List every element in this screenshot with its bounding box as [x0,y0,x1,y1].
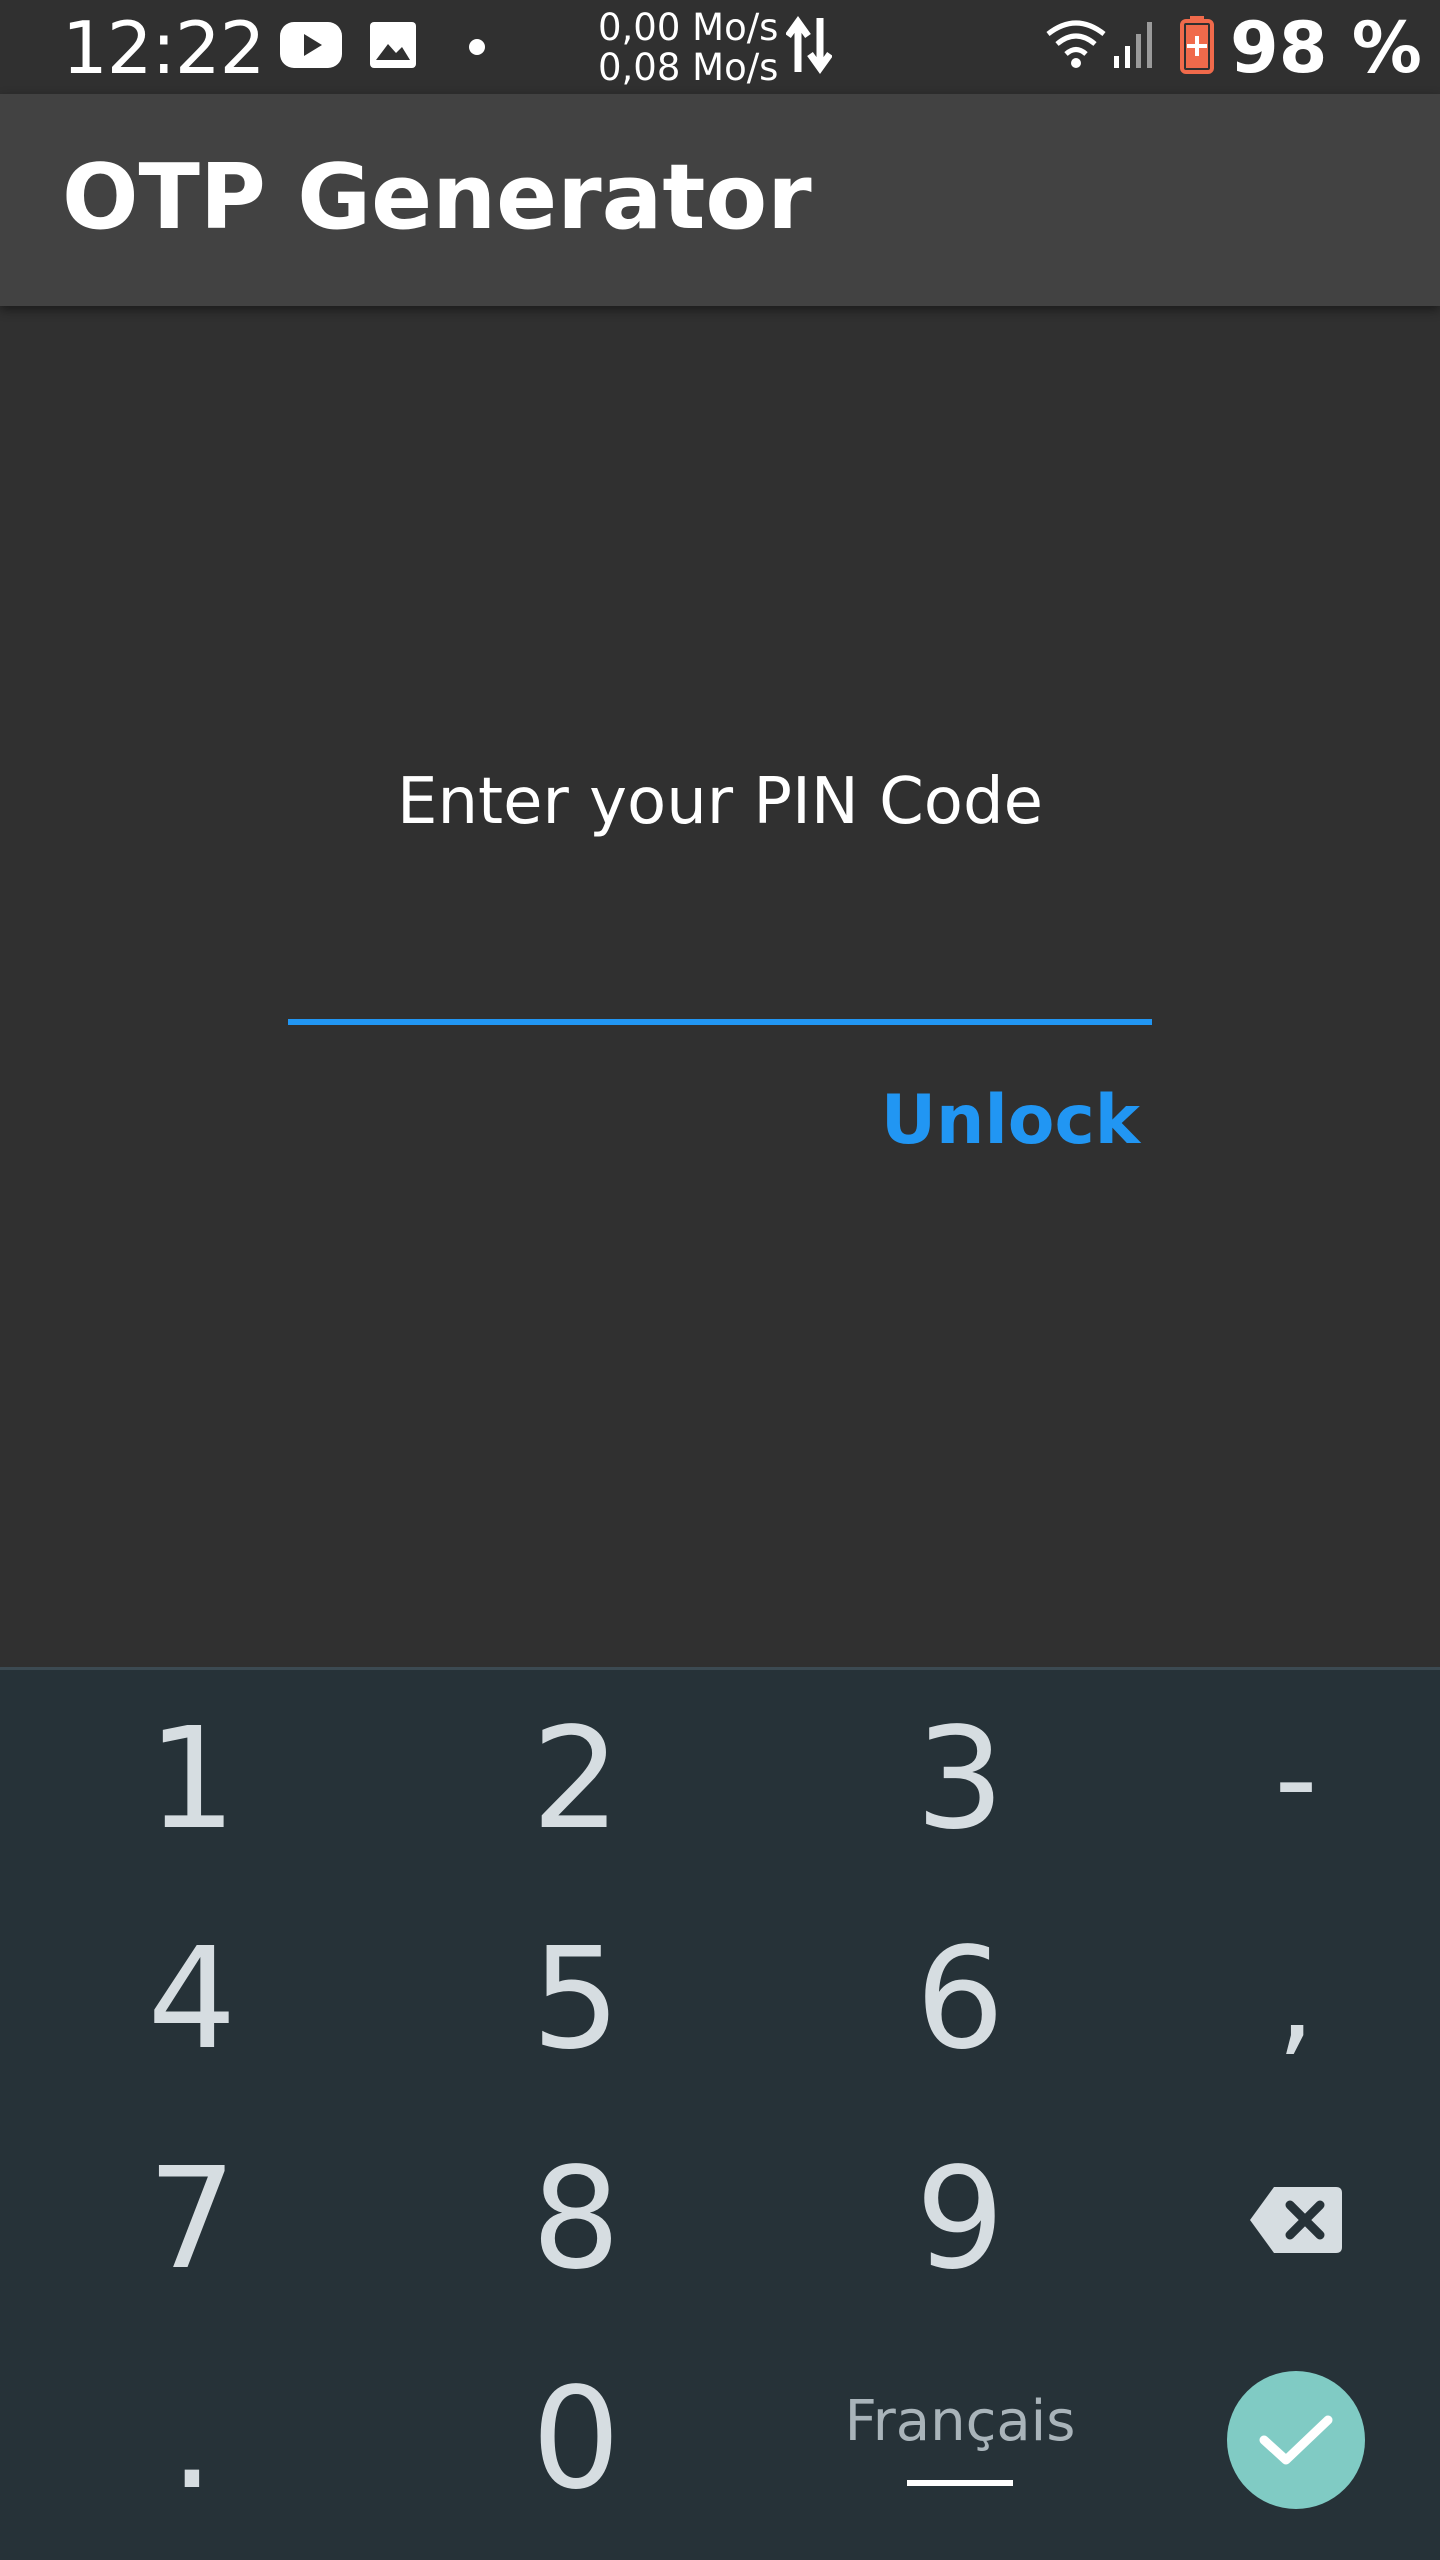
key-0[interactable]: 0 [396,2330,756,2550]
key-6[interactable]: 6 [780,1890,1140,2110]
key-period-label: . [169,2358,215,2521]
pin-prompt: Enter your PIN Code [397,765,1043,839]
key-2[interactable]: 2 [396,1670,756,1890]
key-1[interactable]: 1 [12,1670,372,1890]
key-3[interactable]: 3 [780,1670,1140,1890]
language-label: Français [844,2389,1076,2454]
numeric-keyboard: 1 2 3 - 4 5 6 , 7 8 9 . 0 Français [0,1667,1440,2560]
key-4[interactable]: 4 [12,1890,372,2110]
key-7-label: 7 [147,2138,237,2301]
key-9-label: 9 [915,2138,1005,2301]
network-down-speed: 0,08 Mo/s [598,46,779,89]
enter-button[interactable] [1227,2371,1365,2509]
language-underline [907,2480,1013,2486]
key-9[interactable]: 9 [780,2110,1140,2330]
backspace-icon [1250,2187,1342,2253]
key-backspace[interactable] [1116,2110,1440,2330]
language-switch-key[interactable]: Français [780,2330,1140,2550]
network-up-speed: 0,00 Mo/s [598,6,779,49]
dot-icon [469,39,485,55]
key-7[interactable]: 7 [12,2110,372,2330]
network-speed: 0,00 Mo/s 0,08 Mo/s [598,8,778,88]
key-1-label: 1 [147,1698,237,1861]
key-8[interactable]: 8 [396,2110,756,2330]
pin-input[interactable] [288,930,1152,1025]
check-icon [1259,2415,1333,2465]
key-3-label: 3 [915,1698,1005,1861]
status-bar: 12:22 0,00 Mo/s 0,08 Mo/s 98 % [0,0,1440,94]
key-comma[interactable]: , [1116,1890,1440,2110]
gallery-icon [370,22,416,68]
app-title: OTP Generator [62,145,812,250]
key-8-label: 8 [531,2138,621,2301]
unlock-button[interactable]: Unlock [880,1070,1140,1170]
wifi-icon [1046,20,1106,68]
key-0-label: 0 [531,2358,621,2521]
key-2-label: 2 [531,1698,621,1861]
key-5-label: 5 [531,1918,621,2081]
key-minus[interactable]: - [1116,1670,1440,1890]
youtube-icon [280,22,342,68]
key-comma-label: , [1276,1930,1316,2069]
key-enter[interactable] [1116,2330,1440,2550]
key-6-label: 6 [915,1918,1005,2081]
key-4-label: 4 [147,1918,237,2081]
key-period[interactable]: . [12,2330,372,2550]
battery-percentage: 98 % [1230,7,1422,89]
data-transfer-icon [786,15,832,75]
key-5[interactable]: 5 [396,1890,756,2110]
status-time: 12:22 [62,6,265,90]
key-minus-label: - [1274,1710,1318,1849]
screen: 12:22 0,00 Mo/s 0,08 Mo/s 98 % OTP Gener… [0,0,1440,2560]
signal-icon [1114,22,1152,68]
app-bar: OTP Generator [0,94,1440,306]
battery-charging-icon [1180,16,1214,74]
